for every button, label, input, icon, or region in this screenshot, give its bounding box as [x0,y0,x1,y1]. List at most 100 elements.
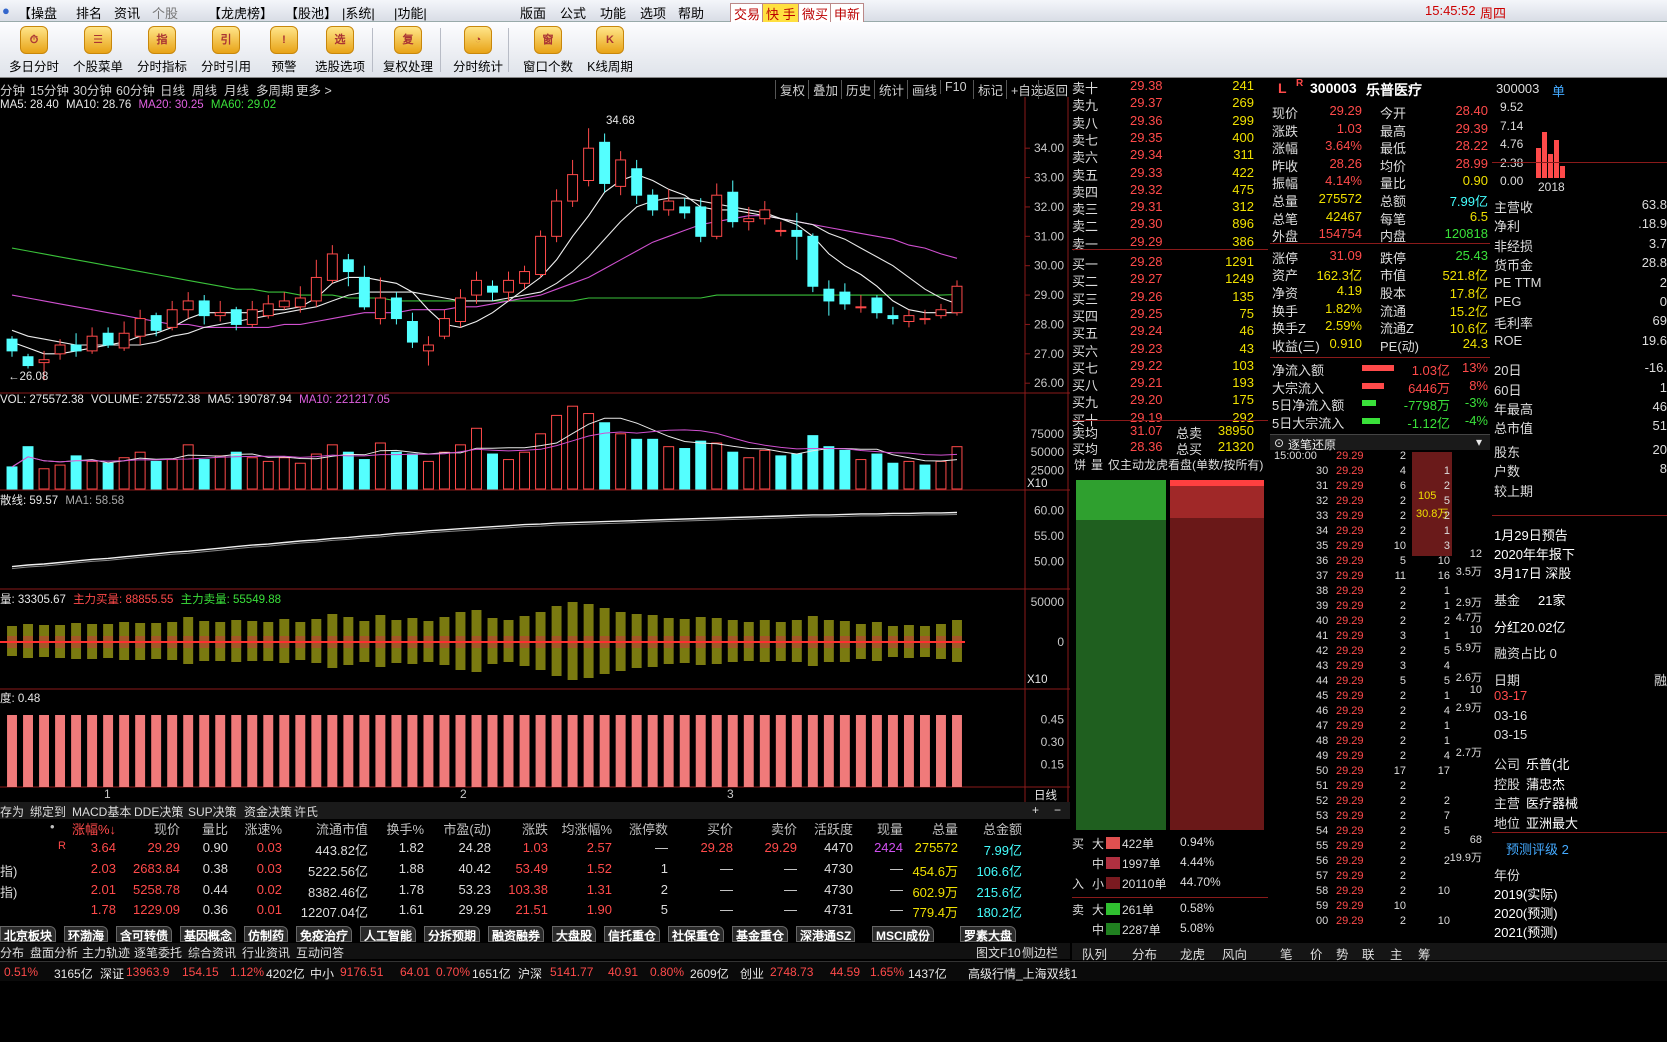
date-item[interactable]: 03-15 [1494,727,1527,742]
block-tab-4[interactable]: 仿制药 [244,926,289,943]
menu-tag-3[interactable]: 申新 [830,3,865,24]
toolbar-button-9[interactable]: K K线周期 [576,24,644,75]
menu-item-0[interactable]: 【操盘 [18,3,57,22]
table-header-10[interactable]: 买价 [673,819,733,838]
menu-item-10[interactable]: 功能 [600,3,626,22]
ask-row[interactable]: 卖四 29.32 475 [1072,182,1268,200]
bid-row[interactable]: 买六 29.23 43 [1072,341,1268,359]
menu-tag-2[interactable]: 微买 [798,3,833,24]
menu-item-3[interactable]: 个股 [152,3,178,22]
ask-row[interactable]: 卖九 29.37 269 [1072,95,1268,113]
menu-item-12[interactable]: 帮助 [678,3,704,22]
tick-list[interactable]: 105 30.8万 15:00:00 29.29 2 30 29.29 4 1 31 29.29 6 2… [1270,450,1482,962]
func-3[interactable]: 逐笔委托 [134,944,182,961]
func-8[interactable]: 侧边栏 [1022,944,1058,961]
f10-note[interactable]: 2020年年报下 [1494,544,1575,563]
far-tag[interactable]: 单 [1552,81,1565,100]
block-tab-10[interactable]: 信托重仓 [604,926,661,943]
block-tab-2[interactable]: 含可转债 [116,926,173,943]
block-tab-11[interactable]: 社保重仓 [668,926,725,943]
toolbar-button-2[interactable]: 指分时指标 [128,24,196,75]
func-2[interactable]: 主力轨迹 [82,944,130,961]
f10-note[interactable]: 1月29日预告 [1494,525,1568,544]
ask-row[interactable]: 卖六 29.34 311 [1072,147,1268,165]
menu-tag-0[interactable]: 交易 [730,3,765,24]
block-tab-3[interactable]: 基因概念 [180,926,237,943]
block-tab-15[interactable]: 罗素大盘 [960,926,1017,943]
block-tab-9[interactable]: 大盘股 [552,926,597,943]
bid-row[interactable]: 买四 29.25 75 [1072,306,1268,324]
table-header-14[interactable]: 总量 [900,819,958,838]
date-item[interactable]: 03-17 [1494,688,1527,703]
bid-row[interactable]: 买八 29.21 193 [1072,375,1268,393]
tabrow-item-5[interactable]: 资金决策 [244,803,292,820]
f10-note[interactable]: 3月17日 深股 [1494,563,1571,582]
toolbar-button-5[interactable]: 选选股选项 [306,24,374,75]
func-4[interactable]: 综合资讯 [188,944,236,961]
orderbook-tab-0[interactable]: 饼 [1074,456,1086,473]
tabrow-item-3[interactable]: DDE决策 [134,803,183,820]
orderbook-tab-1[interactable]: 量 [1091,456,1103,473]
table-header-15[interactable]: 总金额 [960,819,1022,838]
table-header-3[interactable]: 涨速% [236,819,282,838]
table-header-12[interactable]: 活跃度 [801,819,853,838]
bid-row[interactable]: 买三 29.26 135 [1072,289,1268,307]
toolbar-button-0[interactable]: ⏱ 多日分时 [0,24,68,75]
ask-row[interactable]: 卖三 29.31 312 [1072,199,1268,217]
date-item[interactable]: 03-16 [1494,708,1527,723]
toolbar-button-1[interactable]: ☰ 个股菜单 [64,24,132,75]
table-header-5[interactable]: 换手% [374,819,424,838]
block-tab-14[interactable]: MSCI成份 [872,926,935,943]
tabrow-item-2[interactable]: MACD基本 [72,803,131,820]
ask-row[interactable]: 卖二 29.30 896 [1072,216,1268,234]
table-header-8[interactable]: 均涨幅% [552,819,612,838]
menu-item-5[interactable]: 【股池】 [285,3,337,22]
tabrow-item-6[interactable]: 许氏 [294,803,318,820]
toolbar-button-8[interactable]: 窗窗口个数 [514,24,582,75]
plus-button[interactable]: + [1032,803,1039,817]
ask-row[interactable]: 卖七 29.35 400 [1072,130,1268,148]
bid-row[interactable]: 买一 29.28 1291 [1072,254,1268,272]
ask-row[interactable]: 卖八 29.36 299 [1072,113,1268,131]
ticks-header[interactable]: ⊙ 逐笔还原 ▾ [1270,434,1490,452]
block-tab-12[interactable]: 基金重仓 [732,926,789,943]
block-tab-5[interactable]: 免疫治疗 [296,926,353,943]
table-header-0[interactable]: 涨幅%↓ [60,819,116,838]
toolbar-button-6[interactable]: 复复权处理 [374,24,442,75]
bid-row[interactable]: 买七 29.22 103 [1072,358,1268,376]
orderbook-tab-3[interactable]: 龙虎看盘(单数/按所有) [1144,456,1263,473]
func-7[interactable]: 图文F10 [976,944,1021,961]
app-icon[interactable]: ● [2,3,10,18]
func-1[interactable]: 盘面分析 [30,944,78,961]
tabrow-item-4[interactable]: SUP决策 [188,803,237,820]
bid-row[interactable]: 买二 29.27 1249 [1072,271,1268,289]
menu-item-1[interactable]: 排名 [76,3,102,22]
table-header-4[interactable]: 流通市值 [284,819,368,838]
menu-item-8[interactable]: 版面 [520,3,546,22]
table-row[interactable]: 指) 2.01 5258.78 0.44 0.02 8382.46亿 1.78 53.23 10… [0,882,1070,902]
block-tab-8[interactable]: 融资融券 [488,926,545,943]
block-tab-0[interactable]: 北京板块 [0,926,57,943]
menu-item-6[interactable]: |系统| [342,3,375,22]
menu-item-9[interactable]: 公式 [560,3,586,22]
block-tab-6[interactable]: 人工智能 [360,926,417,943]
tabrow-item-0[interactable]: 存为 [0,803,24,820]
menu-item-7[interactable]: |功能| [394,3,427,22]
chevron-down-icon[interactable]: ▾ [1476,435,1482,449]
table-header-7[interactable]: 涨跌 [494,819,548,838]
ticks-toggle-icon[interactable]: ⊙ [1274,436,1284,450]
block-tab-13[interactable]: 深港通SZ [796,926,856,943]
table-header-6[interactable]: 市盈(动) [427,819,491,838]
rating-link[interactable]: 预测评级 2 [1506,839,1569,858]
block-tab-7[interactable]: 分拆预期 [424,926,481,943]
ask-row[interactable]: 卖十 29.38 241 [1072,78,1268,96]
menu-item-11[interactable]: 选项 [640,3,666,22]
menu-item-2[interactable]: 资讯 [114,3,140,22]
daily-label[interactable]: 日线 [1034,787,1057,803]
table-header-11[interactable]: 卖价 [737,819,797,838]
table-header-13[interactable]: 现量 [857,819,903,838]
table-row[interactable]: 1.78 1229.09 0.36 0.01 12207.04亿 1.61 29.29 21.… [0,902,1070,922]
bid-row[interactable]: 买五 29.24 46 [1072,323,1268,341]
func-5[interactable]: 行业资讯 [242,944,290,961]
menu-tag-1[interactable]: 快 手 [762,3,800,24]
